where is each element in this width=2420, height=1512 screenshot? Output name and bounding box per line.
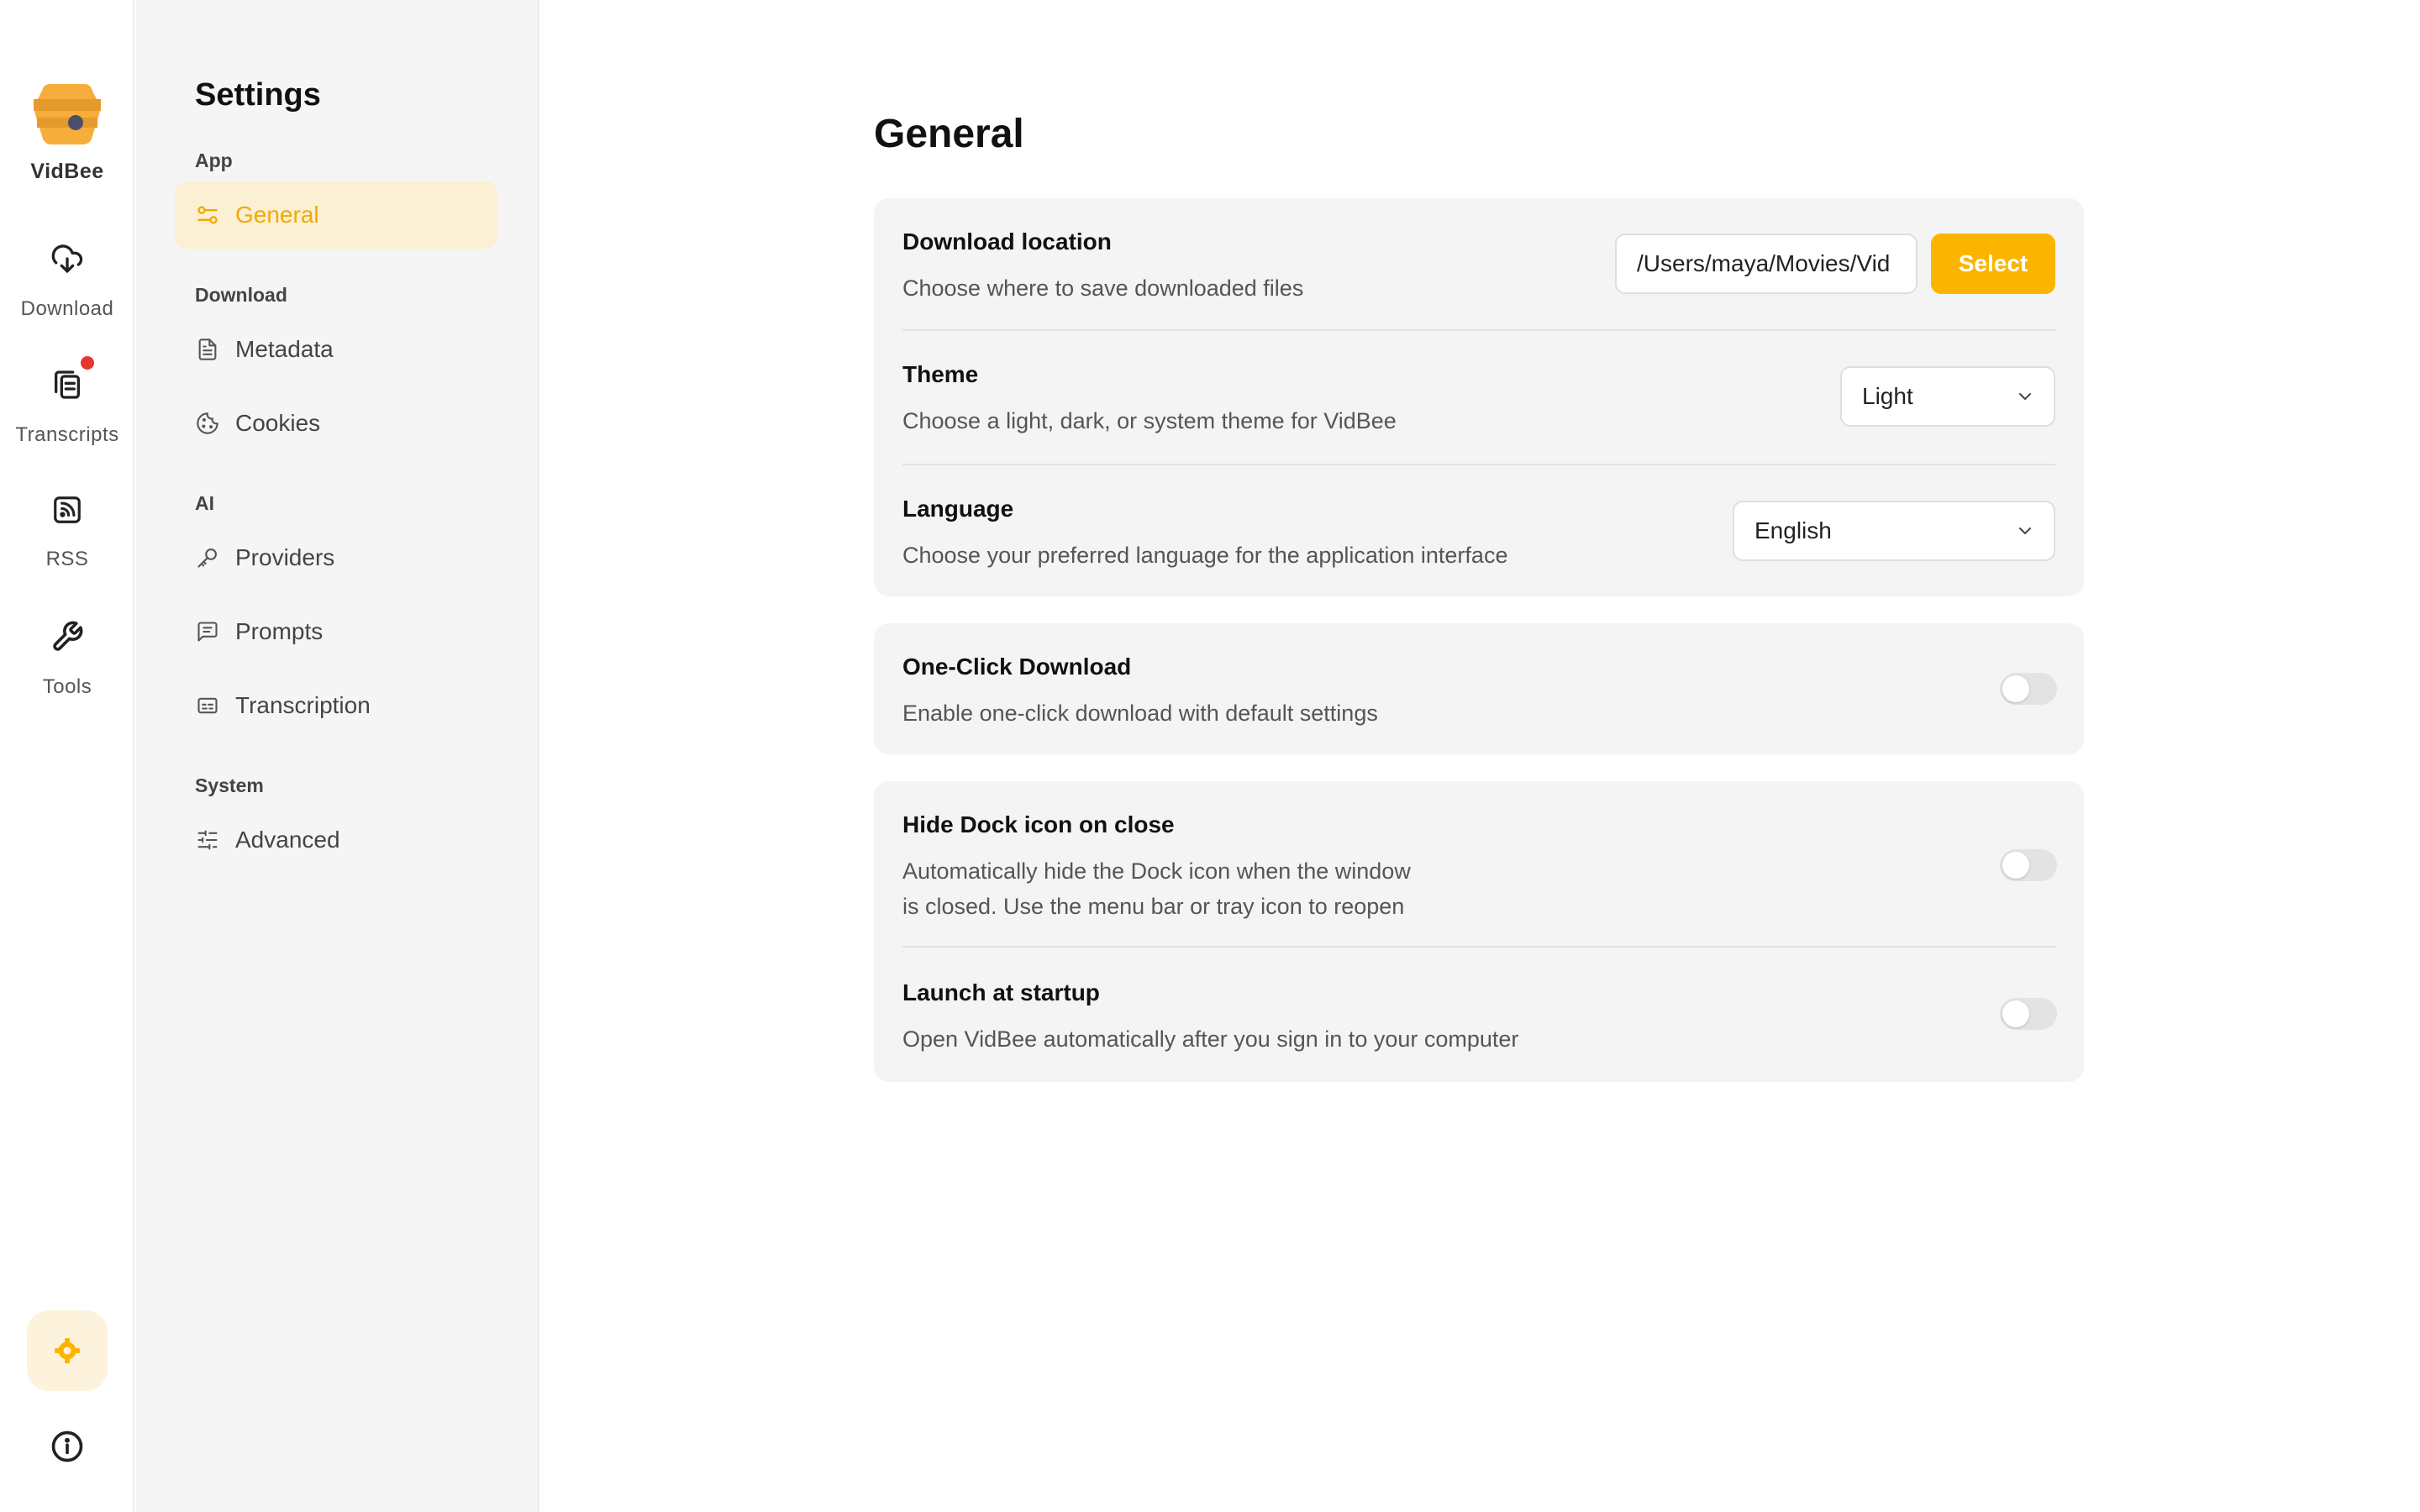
- one-click-title: One-Click Download: [902, 654, 1132, 680]
- rss-icon: [54, 496, 81, 523]
- sidebar-item-label: Metadata: [235, 336, 334, 362]
- launch-startup-title: Launch at startup: [902, 979, 1100, 1005]
- launch-startup-desc: Open VidBee automatically after you sign…: [902, 1026, 1519, 1052]
- system-behavior-card: Hide Dock icon on close Automatically hi…: [874, 781, 2084, 1082]
- message-square-icon: [195, 619, 220, 644]
- sliders-icon: [195, 202, 220, 228]
- hide-dock-desc-line1: Automatically hide the Dock icon when th…: [902, 858, 1411, 884]
- key-icon: [195, 545, 220, 570]
- sidebar-item-label: General: [235, 202, 319, 228]
- one-click-desc: Enable one-click download with default s…: [902, 701, 1378, 726]
- theme-select-value: Light: [1862, 383, 1913, 409]
- sidebar-item-label: Cookies: [235, 410, 321, 436]
- sidebar-group-app: App: [195, 150, 233, 171]
- rail-label-transcripts: Transcripts: [15, 423, 119, 446]
- rail-label-rss: RSS: [45, 548, 89, 570]
- sidebar-item-label: Prompts: [235, 618, 324, 644]
- launch-startup-toggle[interactable]: [2000, 998, 2057, 1030]
- divider: [902, 464, 2055, 465]
- settings-sidebar: Settings App General Download Metadata C…: [136, 0, 539, 1512]
- rail-label-tools: Tools: [42, 675, 92, 698]
- one-click-card: One-Click Download Enable one-click down…: [874, 623, 2084, 754]
- sidebar-item-label: Advanced: [235, 827, 340, 853]
- sidebar-item-advanced[interactable]: Advanced: [175, 806, 497, 874]
- app-name: VidBee: [30, 160, 104, 183]
- toggle-knob: [2002, 852, 2029, 879]
- sidebar-item-label: Transcription: [235, 692, 371, 718]
- cookie-icon: [195, 411, 220, 436]
- hide-dock-desc: Automatically hide the Dock icon when th…: [902, 853, 2055, 924]
- hide-dock-title: Hide Dock icon on close: [902, 811, 1175, 837]
- divider: [902, 946, 2055, 948]
- toggle-knob: [2002, 1000, 2029, 1027]
- download-cloud-icon: [51, 244, 83, 273]
- rail-item-download[interactable]: Download: [0, 242, 134, 321]
- language-select-value: English: [1754, 517, 1832, 543]
- sidebar-item-providers[interactable]: Providers: [175, 524, 497, 591]
- file-text-icon: [195, 337, 220, 362]
- notification-badge: [81, 356, 94, 370]
- sidebar-item-label: Providers: [235, 544, 335, 570]
- vidbee-logo-icon: [34, 84, 101, 144]
- captions-icon: [195, 693, 220, 718]
- rail-item-tools[interactable]: Tools: [0, 620, 134, 699]
- language-select[interactable]: English: [1733, 501, 2055, 561]
- theme-select[interactable]: Light: [1840, 366, 2055, 427]
- documents-icon: [55, 370, 81, 399]
- select-folder-button[interactable]: Select: [1931, 234, 2055, 294]
- hide-dock-toggle[interactable]: [2000, 849, 2057, 881]
- toggle-knob: [2002, 675, 2029, 702]
- sidebar-group-ai: AI: [195, 492, 214, 514]
- one-click-row: One-Click Download Enable one-click down…: [902, 654, 2055, 731]
- chevron-down-icon: [2019, 393, 2031, 400]
- launch-startup-row: Launch at startup Open VidBee automatica…: [902, 979, 2055, 1057]
- hide-dock-row: Hide Dock icon on close Automatically hi…: [902, 811, 2055, 924]
- chevron-down-icon: [2019, 528, 2031, 534]
- divider: [902, 329, 2055, 331]
- sidebar-item-transcription[interactable]: Transcription: [175, 672, 497, 739]
- sidebar-group-download: Download: [195, 284, 287, 306]
- info-icon[interactable]: [49, 1428, 86, 1465]
- download-path-input[interactable]: /Users/maya/Movies/Vid: [1615, 234, 1918, 294]
- wrench-icon: [53, 621, 83, 651]
- sidebar-group-system: System: [195, 774, 264, 796]
- app-rail: VidBee Download Transcripts RSS Tools: [0, 0, 134, 1512]
- general-settings-card: Download location Choose where to save d…: [874, 198, 2084, 596]
- sidebar-item-prompts[interactable]: Prompts: [175, 598, 497, 665]
- rail-item-transcripts[interactable]: Transcripts: [0, 368, 134, 447]
- sidebar-item-cookies[interactable]: Cookies: [175, 390, 497, 457]
- sidebar-item-metadata[interactable]: Metadata: [175, 316, 497, 383]
- sliders-horizontal-icon: [195, 827, 220, 853]
- sidebar-title: Settings: [195, 77, 321, 113]
- sidebar-item-general[interactable]: General: [175, 181, 497, 249]
- rail-label-download: Download: [20, 297, 114, 320]
- settings-button[interactable]: [27, 1310, 108, 1391]
- one-click-toggle[interactable]: [2000, 673, 2057, 705]
- rail-item-rss[interactable]: RSS: [0, 494, 134, 571]
- hide-dock-desc-line2: is closed. Use the menu bar or tray icon…: [902, 894, 1405, 919]
- gear-icon: [55, 1338, 80, 1363]
- page-title: General: [874, 112, 1024, 156]
